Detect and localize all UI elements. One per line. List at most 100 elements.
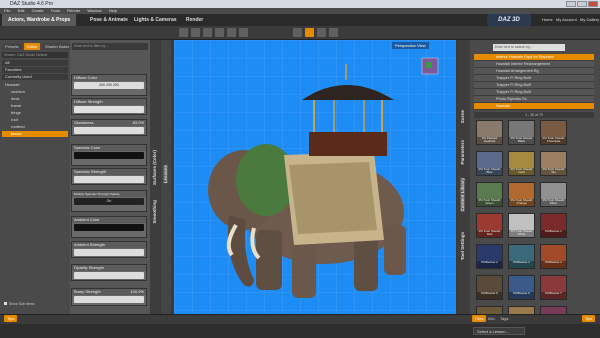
prop-diffuse-strength[interactable]: Diffuse Strength: [71, 98, 147, 115]
tab-editor[interactable]: Editor: [24, 43, 41, 50]
slider-track[interactable]: [74, 296, 144, 303]
menu-tools[interactable]: Tools: [51, 8, 60, 13]
perspective-view-dropdown[interactable]: Perspective View: [392, 42, 429, 49]
prop-specular-strength[interactable]: Specular Strength: [71, 168, 147, 185]
content-thumbnail[interactable]: PH Tusk Sheath Blue: [476, 151, 503, 176]
menu-help[interactable]: Help: [109, 8, 117, 13]
vtab-content-library[interactable]: Content Library: [460, 178, 465, 212]
scene-row[interactable]: Trapper FI Ring Built: [474, 82, 594, 89]
prop-opacity-strength[interactable]: Opacity Strength: [71, 264, 147, 281]
slider-track[interactable]: [74, 176, 144, 183]
vtab-lessons[interactable]: Lessons: [163, 165, 168, 184]
slider-track[interactable]: [74, 272, 144, 279]
minimize-button[interactable]: [566, 1, 576, 7]
show-sub-items-checkbox[interactable]: Show Sub Items: [4, 301, 70, 307]
viewport-options-icon[interactable]: [329, 28, 338, 37]
content-thumbnail[interactable]: PH Tusk Sheath Orange: [508, 182, 535, 207]
render-icon[interactable]: [305, 28, 314, 37]
tree-item-cushion[interactable]: cushion: [2, 89, 68, 95]
scene-row[interactable]: Photo Rlphotto Rx: [474, 96, 594, 103]
close-button[interactable]: [588, 1, 598, 7]
content-thumbnail[interactable]: PHBlanket 1: [540, 213, 567, 238]
content-thumbnail[interactable]: PHBlanket 7: [540, 275, 567, 300]
filter-input[interactable]: Enter text to filter by...: [72, 43, 148, 50]
maximize-button[interactable]: [577, 1, 587, 7]
tree-favorites[interactable]: Favorites: [2, 67, 68, 73]
content-thumbnail[interactable]: PH Tusk Sheath Gold: [508, 151, 535, 176]
tree-item-howdah[interactable]: Howdah: [2, 82, 68, 88]
prop-glossiness[interactable]: Glossiness 83.0%: [71, 119, 147, 136]
specular-color-swatch[interactable]: [74, 152, 144, 159]
tree-item-roof[interactable]: roof: [2, 117, 68, 123]
prop-bump-strength[interactable]: Bump Strength 100.0%: [71, 288, 147, 306]
render-settings-icon[interactable]: [293, 28, 302, 37]
tree-all[interactable]: All: [2, 60, 68, 66]
content-thumbnail[interactable]: PHBlanket 2: [476, 244, 503, 269]
vtab-surfaces[interactable]: Surfaces (Color): [152, 150, 157, 185]
tab-files[interactable]: Files: [472, 315, 487, 322]
prop-specular-color[interactable]: Specular Color: [71, 144, 147, 166]
figure4-tool-icon[interactable]: [239, 28, 248, 37]
figure3-tool-icon[interactable]: [227, 28, 236, 37]
tab-presets[interactable]: Presets: [2, 43, 22, 50]
tree-item-tassel[interactable]: tassel: [2, 131, 68, 137]
pose-tool-icon[interactable]: [191, 28, 200, 37]
content-thumbnail[interactable]: PHBlanket 6: [508, 275, 535, 300]
link-my-gallery[interactable]: My Gallery: [580, 14, 599, 26]
tab-pose-animate[interactable]: Pose & Animate: [84, 14, 134, 26]
content-thumbnail[interactable]: PHBlanket 5: [476, 275, 503, 300]
tips-button-right[interactable]: Tips: [582, 315, 596, 322]
scene-row[interactable]: Interior Howdah Grpd for Elephant: [474, 54, 594, 61]
scene-row[interactable]: Howdah: [474, 103, 594, 110]
tab-render[interactable]: Render: [180, 14, 209, 26]
prop-ambient-color[interactable]: Ambient Color: [71, 216, 147, 238]
content-thumbnail[interactable]: PH Painted elephant: [476, 120, 503, 145]
content-thumbnail[interactable]: PH Tusk Sheath Red: [476, 213, 503, 238]
prop-multiply-specular[interactable]: Multiply Specular Through Opacity On: [71, 190, 147, 212]
tree-item-roofend[interactable]: roofend: [2, 124, 68, 130]
content-thumbnail[interactable]: PH Tusk Sheath Chocolate: [540, 120, 567, 145]
tab-lights-cameras[interactable]: Lights & Cameras: [128, 14, 183, 26]
menu-window[interactable]: Window: [87, 8, 101, 13]
vtab-parameters[interactable]: Parameters: [460, 140, 465, 165]
tree-item-fringe[interactable]: fringe: [2, 110, 68, 116]
tab-shader-baker[interactable]: Shader Baker: [42, 43, 73, 50]
slider-track[interactable]: [74, 106, 144, 113]
scene-row[interactable]: Howdah Arrangement Rg: [474, 68, 594, 75]
content-thumbnail[interactable]: PH Tusk Sheath Green: [476, 182, 503, 207]
slider-track[interactable]: [74, 249, 144, 256]
tab-actors-wardrobe-props[interactable]: Actors, Wardrobe & Props: [2, 14, 77, 26]
content-thumbnail[interactable]: PHBlanket 3: [508, 244, 535, 269]
link-home[interactable]: Home: [542, 14, 553, 26]
ambient-color-swatch[interactable]: [74, 224, 144, 231]
prop-ambient-strength[interactable]: Ambient Strength: [71, 241, 147, 258]
tree-currently-used[interactable]: Currently Used: [2, 74, 68, 80]
tips-button-left[interactable]: Tips: [4, 315, 18, 322]
content-thumbnail[interactable]: PH Tusk Sheath White: [508, 213, 535, 238]
tab-info[interactable]: Info: [488, 315, 495, 322]
content-thumbnail[interactable]: PHBlanket 4: [540, 244, 567, 269]
diffuse-color-value[interactable]: 200 200 200: [74, 82, 144, 89]
tab-tags[interactable]: Tags: [500, 315, 508, 322]
3d-viewport[interactable]: Perspective View: [174, 40, 456, 325]
slider-track[interactable]: [74, 127, 144, 134]
menu-file[interactable]: File: [4, 8, 10, 13]
content-thumbnail[interactable]: PH Tusk Sheath Black: [508, 120, 535, 145]
camera-icon[interactable]: [317, 28, 326, 37]
tree-item-deck[interactable]: deck: [2, 96, 68, 102]
menu-render[interactable]: Render: [67, 8, 80, 13]
link-my-account[interactable]: My Account: [556, 14, 577, 26]
vtab-smoothing[interactable]: Smoothing: [152, 200, 157, 224]
scene-row[interactable]: Trapper FI Ring Built: [474, 89, 594, 96]
multiply-toggle[interactable]: On: [74, 198, 144, 205]
figure-tool-icon[interactable]: [203, 28, 212, 37]
scene-row[interactable]: Howdah Interior Rearrangement: [474, 61, 594, 68]
menu-edit[interactable]: Edit: [18, 8, 25, 13]
figure2-tool-icon[interactable]: [215, 28, 224, 37]
lesson-select[interactable]: Select a Lesson...: [473, 327, 525, 335]
prop-diffuse-color[interactable]: Diffuse Color 200 200 200: [71, 74, 147, 96]
search-input[interactable]: Enter text to search by...: [493, 44, 565, 51]
vtab-scene[interactable]: Scene: [460, 110, 465, 123]
content-thumbnail[interactable]: PH Tusk Sheath Tan: [540, 151, 567, 176]
menu-create[interactable]: Create: [32, 8, 44, 13]
